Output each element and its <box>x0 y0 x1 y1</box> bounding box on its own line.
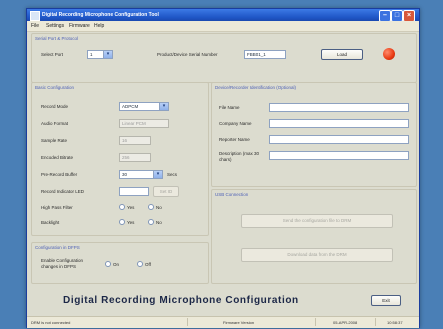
usb-group <box>211 189 417 284</box>
record-mode-select[interactable]: ADPCM ▾ <box>119 102 169 111</box>
title-bar[interactable]: Digital Recording Microphone Configurati… <box>27 9 419 22</box>
usb-group-title: USB Connection <box>215 192 249 197</box>
record-indicator-label: Record Indicator LED <box>41 189 85 194</box>
backlight-no-radio[interactable] <box>148 219 154 225</box>
port-select[interactable]: 1 ▾ <box>87 50 113 59</box>
chevron-down-icon: ▾ <box>153 171 162 178</box>
load-button[interactable]: Load <box>321 49 363 60</box>
record-mode-label: Record Mode <box>41 104 69 109</box>
app-icon <box>30 11 40 21</box>
description-label: Description (max 30 chars) <box>219 151 260 162</box>
chevron-down-icon: ▾ <box>103 51 112 58</box>
reporter-name-label: Reporter Name <box>219 137 250 142</box>
pre-record-select[interactable]: 30 ▾ <box>119 170 163 179</box>
status-separator <box>375 318 376 326</box>
window-title: Digital Recording Microphone Configurati… <box>42 12 159 18</box>
high-pass-label: High Pass Filter <box>41 205 73 210</box>
high-pass-no-radio[interactable] <box>148 204 154 210</box>
menu-firmware[interactable]: Firmware <box>69 23 90 29</box>
description-input[interactable] <box>269 151 409 160</box>
banner-title: Digital Recording Microphone Configurati… <box>63 295 299 306</box>
menu-settings[interactable]: Settings <box>46 23 64 29</box>
reporter-name-input[interactable] <box>269 135 409 144</box>
dfps-enable-label: Enable Configuration changes in DFPS <box>41 258 84 269</box>
audio-format-field: Linear PCM <box>119 119 169 128</box>
backlight-no-label: No <box>156 220 162 225</box>
dfps-on-label: On <box>113 262 120 267</box>
company-name-label: Company Name <box>219 121 252 126</box>
high-pass-no-label: No <box>156 205 162 210</box>
pre-record-label: Pre-Record Buffer <box>41 172 78 177</box>
dfps-off-label: Off <box>145 262 151 267</box>
high-pass-yes-radio[interactable] <box>119 204 125 210</box>
status-bar: DRM is not connected Firmware Version 05… <box>27 316 419 328</box>
menu-file[interactable]: File <box>31 23 39 29</box>
backlight-label: Backlight <box>41 220 60 225</box>
identification-title: Device/Recorder Identification (Optional… <box>215 85 297 90</box>
encoded-bitrate-field: 256 <box>119 153 151 162</box>
pre-record-unit: Secs <box>167 172 178 177</box>
backlight-yes-radio[interactable] <box>119 219 125 225</box>
status-time: 10:58:37 <box>387 320 403 325</box>
sample-rate-label: Sample Rate <box>41 138 68 143</box>
file-name-input[interactable] <box>269 103 409 112</box>
main-window: Digital Recording Microphone Configurati… <box>26 8 420 328</box>
dfps-off-radio[interactable] <box>137 261 143 267</box>
record-indicator-input[interactable] <box>119 187 149 196</box>
exit-button[interactable]: Exit <box>371 295 401 306</box>
encoded-bitrate-label: Encoded Bitrate <box>41 155 74 160</box>
serial-number-input[interactable]: FBB01_1 <box>244 50 286 59</box>
sample-rate-field: 16 <box>119 136 151 145</box>
high-pass-yes-label: Yes <box>127 205 135 210</box>
status-separator <box>315 318 316 326</box>
status-connection: DRM is not connected <box>31 320 71 325</box>
status-date: 05-APR-2008 <box>333 320 358 325</box>
basic-config-title: Basic Configuration <box>35 85 75 90</box>
status-firmware: Firmware Version <box>223 320 255 325</box>
chevron-down-icon: ▾ <box>159 103 168 110</box>
file-name-label: File Name <box>219 105 240 110</box>
audio-format-label: Audio Format <box>41 121 69 126</box>
status-led <box>383 48 395 60</box>
menu-bar: File Settings Firmware Help <box>27 21 419 32</box>
select-port-label: Select Port <box>41 52 64 57</box>
status-separator <box>187 318 188 326</box>
serial-number-label: Product/Device Serial Number <box>157 52 218 57</box>
backlight-yes-label: Yes <box>127 220 135 225</box>
dfps-group-title: Configuration in DFPS <box>35 245 80 250</box>
dfps-on-radio[interactable] <box>105 261 111 267</box>
menu-help[interactable]: Help <box>94 23 104 29</box>
serial-group-title: Serial Port & Protocol <box>35 36 79 41</box>
send-config-button[interactable]: Send the configuration file to DRM <box>241 214 393 228</box>
download-data-button[interactable]: Download data from the DRM <box>241 248 393 262</box>
company-name-input[interactable] <box>269 119 409 128</box>
set-id-button[interactable]: Set ID <box>153 186 179 197</box>
